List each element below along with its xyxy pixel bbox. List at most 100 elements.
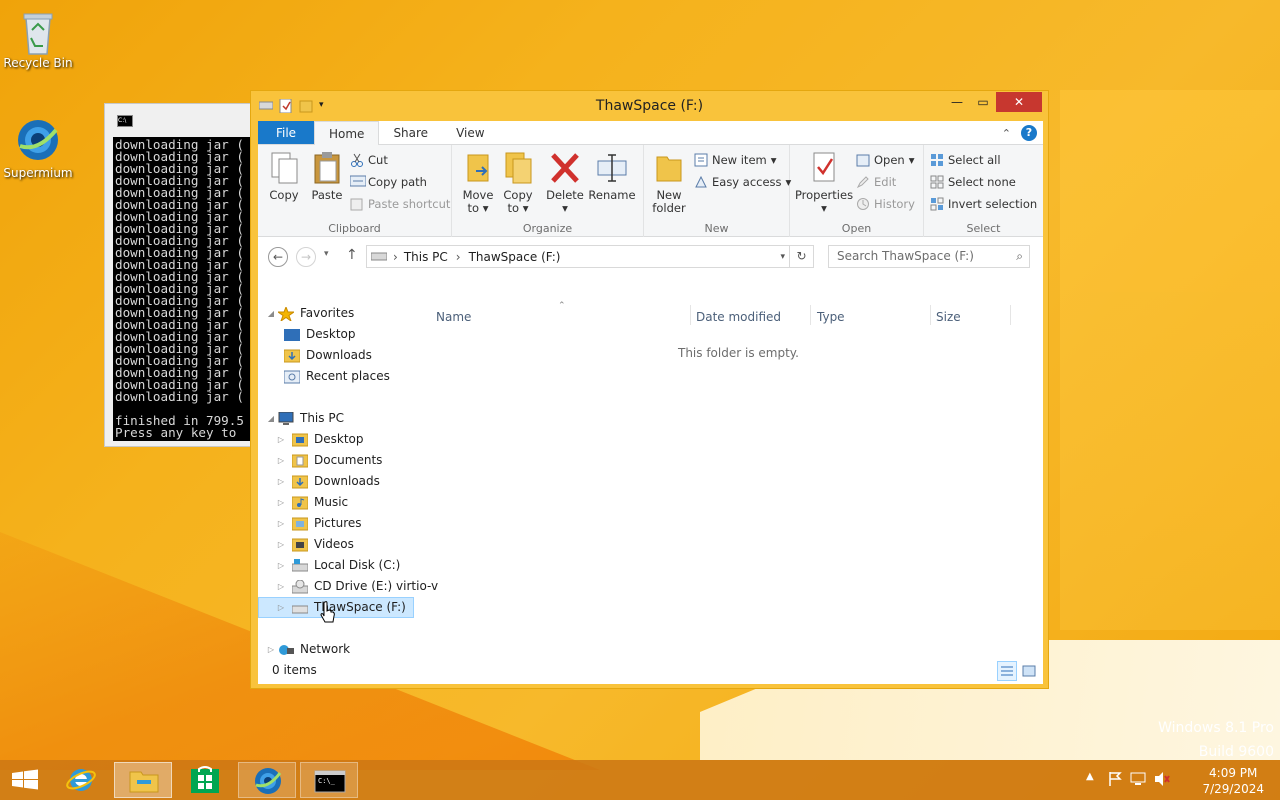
ribbon-group-label: Select	[966, 222, 1001, 235]
invert-selection-label: Invert selection	[948, 197, 1038, 211]
search-input[interactable]: Search ThawSpace (F:) ⌕	[828, 245, 1030, 268]
search-placeholder: Search ThawSpace (F:)	[837, 249, 974, 263]
taskbar: C:\_ ▲ 4:09 PM 7/29/2024	[0, 760, 1280, 800]
new-folder-button[interactable]: New folder	[650, 151, 688, 215]
console-window[interactable]: C:\ downloading jar (downloading jar (do…	[104, 103, 255, 447]
tab-view[interactable]: View	[442, 121, 498, 144]
select-all-button[interactable]: Select all	[930, 153, 1001, 167]
column-divider	[1010, 305, 1011, 325]
recent-locations-dropdown-icon[interactable]: ▾	[324, 249, 329, 259]
start-button[interactable]	[0, 762, 50, 798]
nav-pc-videos[interactable]: ▷ Videos	[276, 534, 354, 555]
back-button[interactable]: ←	[268, 247, 288, 267]
copy-button[interactable]: Copy	[266, 151, 302, 202]
desktop-icon-recycle-bin[interactable]: Recycle Bin	[0, 8, 76, 70]
show-hidden-icons-button[interactable]: ▲	[1086, 771, 1094, 782]
column-divider	[930, 305, 931, 325]
nav-fav-recent-places[interactable]: Recent places	[278, 366, 390, 387]
move-to-button[interactable]: Move to ▾	[460, 151, 496, 215]
nav-network[interactable]: ▷ Network	[266, 639, 350, 660]
nav-this-pc[interactable]: ◢ This PC	[266, 408, 344, 429]
easy-access-button[interactable]: Easy access ▾	[694, 175, 791, 189]
taskbar-file-explorer[interactable]	[114, 762, 172, 798]
collapsed-arrow-icon: ▷	[277, 561, 285, 570]
open-label: Open	[874, 153, 905, 167]
ribbon: Copy Paste Cut Copy path Paste shortcut	[258, 145, 1043, 237]
nav-pc-downloads[interactable]: ▷ Downloads	[276, 471, 380, 492]
explorer-titlebar[interactable]: ▾ ThawSpace (F:) — ▭ ✕	[251, 91, 1048, 121]
close-button[interactable]: ✕	[996, 92, 1042, 112]
nav-label: Music	[314, 495, 349, 509]
desktop-icon-supermium[interactable]: Supermium	[0, 118, 76, 180]
network-tray-icon[interactable]	[1130, 771, 1146, 790]
nav-pc-cd-drive[interactable]: ▷ CD Drive (E:) virtio-v	[276, 576, 438, 597]
open-button[interactable]: Open ▾	[856, 153, 915, 167]
taskbar-supermium[interactable]	[238, 762, 296, 798]
window-title: ThawSpace (F:)	[595, 98, 704, 114]
details-view-button[interactable]	[997, 661, 1017, 681]
nav-pc-pictures[interactable]: ▷ Pictures	[276, 513, 362, 534]
edit-button[interactable]: Edit	[856, 175, 896, 189]
large-icons-view-button[interactable]	[1019, 661, 1039, 681]
taskbar-command-prompt[interactable]: C:\_	[300, 762, 358, 798]
search-icon: ⌕	[1016, 249, 1023, 263]
help-icon[interactable]: ?	[1021, 125, 1037, 141]
properties-button[interactable]: Properties ▾	[794, 151, 854, 215]
column-header-size[interactable]: Size	[936, 310, 961, 324]
paste-button[interactable]: Paste	[308, 151, 346, 202]
history-icon	[856, 197, 870, 211]
nav-pc-thawspace[interactable]: ▷ ThawSpace (F:)	[258, 597, 414, 618]
action-center-flag-icon[interactable]	[1108, 771, 1122, 790]
nav-pc-local-disk[interactable]: ▷ Local Disk (C:)	[276, 555, 400, 576]
minimize-button[interactable]: —	[944, 92, 970, 112]
address-bar[interactable]: › This PC › ThawSpace (F:) ▾	[366, 245, 790, 268]
system-tray: ▲ 4:09 PM 7/29/2024	[1080, 760, 1280, 800]
delete-button[interactable]: Delete ▾	[546, 151, 584, 215]
up-button[interactable]: ↑	[346, 247, 358, 263]
address-dropdown-icon[interactable]: ▾	[780, 252, 785, 262]
taskbar-internet-explorer[interactable]	[52, 762, 110, 798]
file-list[interactable]: ⌃ Name Date modified Type Size This fold…	[422, 301, 1043, 681]
explorer-window[interactable]: ▾ ThawSpace (F:) — ▭ ✕ File Home Share V…	[250, 90, 1049, 689]
nav-label: Recent places	[306, 369, 390, 383]
history-label: History	[874, 197, 915, 211]
tab-file[interactable]: File	[258, 121, 314, 144]
console-icon: C:\	[117, 115, 133, 127]
taskbar-store[interactable]	[176, 762, 234, 798]
cut-button[interactable]: Cut	[350, 153, 388, 167]
nav-pc-desktop[interactable]: ▷ Desktop	[276, 429, 364, 450]
select-none-button[interactable]: Select none	[930, 175, 1016, 189]
collapsed-arrow-icon: ▷	[277, 477, 285, 486]
forward-button[interactable]: →	[296, 247, 316, 267]
collapse-ribbon-icon[interactable]: ⌃	[1002, 127, 1011, 140]
edit-label: Edit	[874, 175, 897, 189]
nav-fav-downloads[interactable]: Downloads	[278, 345, 372, 366]
desktop-icon	[284, 328, 300, 342]
nav-label: This PC	[300, 411, 344, 425]
taskbar-clock[interactable]: 4:09 PM 7/29/2024	[1202, 765, 1264, 797]
console-titlebar[interactable]: C:\	[105, 104, 253, 136]
refresh-button[interactable]: ↻	[790, 245, 814, 268]
tab-share[interactable]: Share	[379, 121, 442, 144]
copy-to-button[interactable]: Copy to ▾	[500, 151, 536, 215]
nav-favorites[interactable]: ◢ Favorites	[266, 303, 354, 324]
column-header-date-modified[interactable]: Date modified	[696, 310, 781, 324]
invert-selection-button[interactable]: Invert selection	[930, 197, 1037, 211]
nav-label: Network	[300, 642, 351, 656]
new-item-button[interactable]: New item ▾	[694, 153, 777, 167]
breadcrumb-this-pc[interactable]: This PC	[404, 250, 448, 264]
volume-muted-icon[interactable]	[1154, 771, 1170, 790]
column-header-name[interactable]: Name	[436, 310, 471, 324]
nav-fav-desktop[interactable]: Desktop	[278, 324, 356, 345]
copy-path-button[interactable]: Copy path	[349, 175, 427, 189]
nav-pc-documents[interactable]: ▷ Documents	[276, 450, 382, 471]
nav-label: Videos	[314, 537, 354, 551]
nav-pc-music[interactable]: ▷ Music	[276, 492, 348, 513]
paste-shortcut-button[interactable]: Paste shortcut	[350, 197, 450, 211]
column-header-type[interactable]: Type	[817, 310, 845, 324]
breadcrumb-thawspace[interactable]: ThawSpace (F:)	[469, 250, 561, 264]
rename-button[interactable]: Rename	[588, 151, 636, 202]
maximize-button[interactable]: ▭	[970, 92, 996, 112]
tab-home[interactable]: Home	[314, 121, 380, 146]
history-button[interactable]: History	[856, 197, 915, 211]
